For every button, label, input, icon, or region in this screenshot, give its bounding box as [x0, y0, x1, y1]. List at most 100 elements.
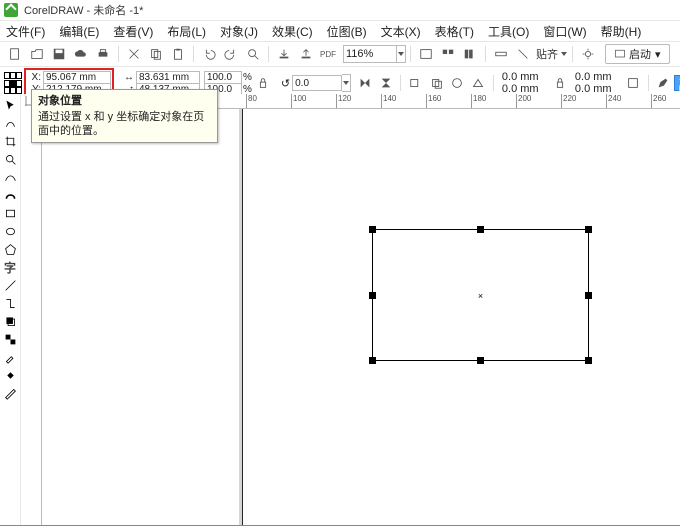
handle-ne[interactable] — [585, 226, 592, 233]
zoom-value: 116% — [346, 48, 373, 60]
mirror-v-icon[interactable] — [377, 74, 394, 92]
handle-e[interactable] — [585, 292, 592, 299]
cut-icon[interactable] — [125, 45, 143, 63]
grid-icon[interactable] — [439, 45, 457, 63]
center-marker-icon[interactable]: × — [477, 292, 484, 299]
pdf-icon[interactable]: PDF — [319, 45, 337, 63]
ruler-tick: 80 — [246, 94, 257, 108]
menu-file[interactable]: 文件(F) — [6, 23, 45, 40]
separator — [268, 46, 269, 62]
text-tool-icon[interactable]: 字 — [2, 259, 18, 275]
freehand-tool-icon[interactable] — [2, 169, 18, 185]
handle-w[interactable] — [369, 292, 376, 299]
copy-icon[interactable] — [147, 45, 165, 63]
ellipse-tool-icon[interactable] — [2, 223, 18, 239]
undo-icon[interactable] — [200, 45, 218, 63]
export-icon[interactable] — [297, 45, 315, 63]
pick-tool-icon[interactable] — [2, 97, 18, 113]
fullscreen-icon[interactable] — [417, 45, 435, 63]
columns-icon[interactable] — [461, 45, 479, 63]
ruler-tick: 180 — [471, 94, 486, 108]
rotate-field[interactable]: ↺ 0.0 — [281, 74, 351, 92]
menu-view[interactable]: 查看(V) — [113, 23, 153, 40]
corner-radius-input[interactable]: 0.0 mm — [575, 71, 619, 83]
menu-text[interactable]: 文本(X) — [381, 23, 421, 40]
separator — [572, 46, 573, 62]
menu-object[interactable]: 对象(J) — [220, 23, 258, 40]
launch-button[interactable]: 启动 ▾ — [605, 44, 670, 64]
canvas-area[interactable]: ▾ 0 40 60 80 100 120 140 160 180 200 220… — [21, 94, 680, 525]
menu-layout[interactable]: 布局(L) — [167, 23, 206, 40]
width-icon: ↔ — [120, 72, 136, 83]
path-ops-icon[interactable] — [470, 74, 487, 92]
drawing-page[interactable]: × — [42, 109, 680, 525]
handle-s[interactable] — [477, 357, 484, 364]
origin-anchor-icon[interactable] — [4, 71, 22, 95]
ruler-tick: 200 — [516, 94, 531, 108]
handle-sw[interactable] — [369, 357, 376, 364]
polygon-tool-icon[interactable] — [2, 241, 18, 257]
open-icon[interactable] — [28, 45, 46, 63]
options-icon[interactable] — [579, 45, 597, 63]
path-ops-icon[interactable] — [428, 74, 445, 92]
zoom-input[interactable]: 116% — [343, 45, 397, 63]
snap-label[interactable]: 贴齐 — [536, 46, 558, 62]
menu-help[interactable]: 帮助(H) — [601, 23, 642, 40]
toolbox: 字 — [0, 94, 21, 525]
save-icon[interactable] — [50, 45, 68, 63]
eyedropper-tool-icon[interactable] — [2, 349, 18, 365]
menu-tools[interactable]: 工具(O) — [488, 23, 529, 40]
outline-width-input[interactable]: 1.0 pt — [674, 75, 680, 91]
tooltip-body: 通过设置 x 和 y 坐标确定对象在页面中的位置。 — [38, 110, 211, 138]
rotate-input[interactable]: 0.0 — [292, 75, 342, 91]
selected-rectangle[interactable]: × — [372, 229, 589, 361]
handle-n[interactable] — [477, 226, 484, 233]
lock-ratio-icon[interactable] — [256, 74, 270, 92]
window-title: CorelDRAW - 未命名 -1* — [24, 2, 143, 18]
corner-radius-input[interactable]: 0.0 mm — [502, 71, 546, 83]
snap-dropdown-icon[interactable] — [560, 46, 568, 62]
outline-tool-icon[interactable] — [2, 385, 18, 401]
path-ops-icon[interactable] — [407, 74, 424, 92]
fill-tool-icon[interactable] — [2, 367, 18, 383]
dropshadow-tool-icon[interactable] — [2, 313, 18, 329]
handle-se[interactable] — [585, 357, 592, 364]
mirror-h-icon[interactable] — [356, 74, 373, 92]
redo-icon[interactable] — [222, 45, 240, 63]
print-icon[interactable] — [94, 45, 112, 63]
transparency-tool-icon[interactable] — [2, 331, 18, 347]
separator — [493, 75, 494, 91]
shape-tool-icon[interactable] — [2, 115, 18, 131]
guides-icon[interactable] — [514, 45, 532, 63]
separator — [485, 46, 486, 62]
menu-table[interactable]: 表格(T) — [435, 23, 474, 40]
connector-tool-icon[interactable] — [2, 295, 18, 311]
menu-edit[interactable]: 编辑(E) — [59, 23, 99, 40]
menu-bitmap[interactable]: 位图(B) — [327, 23, 367, 40]
ruler-tick: 240 — [606, 94, 621, 108]
crop-tool-icon[interactable] — [2, 133, 18, 149]
cloud-icon[interactable] — [72, 45, 90, 63]
search-icon[interactable] — [244, 45, 262, 63]
new-icon[interactable] — [6, 45, 24, 63]
menu-effect[interactable]: 效果(C) — [272, 23, 313, 40]
rotate-dropdown-icon[interactable] — [342, 74, 351, 92]
rulers-icon[interactable] — [492, 45, 510, 63]
dimension-tool-icon[interactable] — [2, 277, 18, 293]
handle-nw[interactable] — [369, 226, 376, 233]
percent-unit: % — [243, 84, 252, 95]
path-ops-icon[interactable] — [449, 74, 466, 92]
zoom-tool-icon[interactable] — [2, 151, 18, 167]
tooltip-object-position: 对象位置 通过设置 x 和 y 坐标确定对象在页面中的位置。 — [31, 89, 218, 143]
paste-icon[interactable] — [169, 45, 187, 63]
ruler-vertical[interactable] — [21, 108, 42, 525]
artistic-media-icon[interactable] — [2, 187, 18, 203]
wrap-icon[interactable] — [625, 74, 642, 92]
lock-corners-icon[interactable] — [552, 74, 569, 92]
x-label: X: — [27, 72, 43, 83]
ruler-tick: 220 — [561, 94, 576, 108]
menu-window[interactable]: 窗口(W) — [543, 23, 586, 40]
rectangle-tool-icon[interactable] — [2, 205, 18, 221]
zoom-dropdown-icon[interactable] — [397, 45, 406, 63]
import-icon[interactable] — [275, 45, 293, 63]
